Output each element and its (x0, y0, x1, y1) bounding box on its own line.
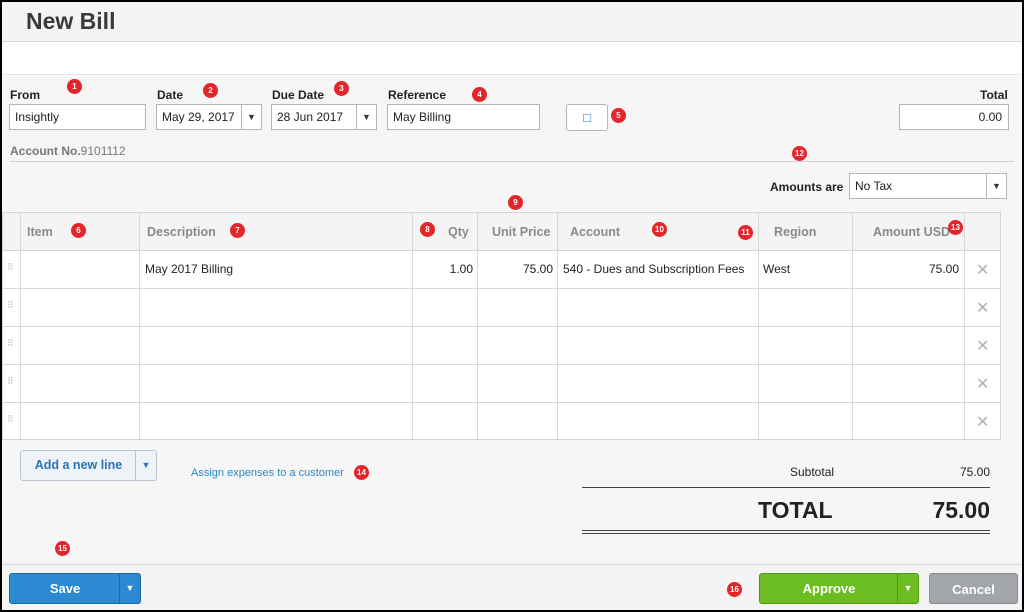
marker-4: 4 (472, 87, 487, 102)
form-divider (10, 161, 1014, 162)
copy-document-button[interactable]: □ (566, 104, 608, 131)
drag-handle-icon[interactable]: ⠿ (7, 301, 14, 313)
date-value: May 29, 2017 (162, 110, 235, 124)
account-number-label: Account No. (10, 144, 81, 158)
grand-total-value: 75.00 (932, 497, 990, 523)
marker-7: 7 (230, 223, 245, 238)
sub-toolbar (2, 42, 1022, 75)
marker-3: 3 (334, 81, 349, 96)
subtotal-value: 75.00 (959, 465, 990, 479)
col-unit-price: Unit Price (492, 225, 551, 239)
drag-handle-icon[interactable]: ⠿ (7, 415, 14, 427)
marker-9: 9 (508, 195, 523, 210)
marker-12: 12 (792, 146, 807, 161)
marker-8: 8 (420, 222, 435, 237)
chevron-down-icon[interactable]: ▼ (135, 451, 156, 480)
marker-15: 15 (55, 541, 70, 556)
totals-rule (582, 487, 990, 488)
account-cell[interactable]: 540 - Dues and Subscription Fees (563, 262, 744, 276)
drag-handle-icon[interactable]: ⠿ (7, 377, 14, 389)
amounts-are-value: No Tax (855, 179, 893, 193)
marker-11: 11 (738, 225, 753, 240)
chevron-down-icon[interactable]: ▼ (119, 574, 140, 603)
assign-customer-link[interactable]: Assign expenses to a customer (191, 467, 344, 479)
drag-handle-icon[interactable]: ⠿ (7, 263, 14, 275)
marker-16: 16 (727, 582, 742, 597)
region-cell[interactable]: West (763, 262, 790, 276)
remove-row-icon[interactable]: ✕ (976, 260, 989, 280)
page-title: New Bill (26, 8, 116, 34)
marker-10: 10 (652, 222, 667, 237)
due-date-dropdown-icon[interactable]: ▼ (356, 105, 376, 129)
unit-price-cell[interactable]: 75.00 (481, 262, 553, 276)
due-date-label: Due Date (272, 88, 325, 102)
remove-row-icon[interactable]: ✕ (976, 298, 989, 318)
remove-row-icon[interactable]: ✕ (976, 374, 989, 394)
marker-5: 5 (611, 108, 626, 123)
drag-handle-icon[interactable]: ⠿ (7, 339, 14, 351)
grand-total-label: TOTAL (758, 497, 833, 523)
due-date-value: 28 Jun 2017 (277, 110, 344, 124)
marker-2: 2 (203, 83, 218, 98)
date-field[interactable]: May 29, 2017 ▼ (156, 104, 262, 130)
table-row[interactable]: ⠿ ✕ (3, 327, 1000, 365)
col-region: Region (774, 225, 817, 239)
amounts-are-label: Amounts are (770, 180, 844, 194)
remove-row-icon[interactable]: ✕ (976, 336, 989, 356)
due-date-field[interactable]: 28 Jun 2017 ▼ (271, 104, 377, 130)
total-label: Total (980, 88, 1008, 102)
col-amount: Amount USD (873, 225, 951, 239)
col-item: Item (27, 225, 53, 239)
reference-field[interactable]: May Billing (387, 104, 540, 130)
from-field[interactable]: Insightly (9, 104, 146, 130)
col-account: Account (570, 225, 620, 239)
save-button-label[interactable]: Save (10, 574, 120, 603)
amount-cell[interactable]: 75.00 (856, 262, 959, 276)
marker-1: 1 (67, 79, 82, 94)
marker-14: 14 (354, 465, 369, 480)
from-label: From (10, 88, 40, 102)
subtotal-label: Subtotal (790, 465, 835, 479)
marker-13: 13 (948, 220, 963, 235)
chevron-down-icon[interactable]: ▼ (897, 574, 918, 603)
cancel-button[interactable]: Cancel (929, 573, 1018, 604)
remove-row-icon[interactable]: ✕ (976, 412, 989, 432)
totals-double-rule (582, 533, 990, 534)
page-header: New Bill (2, 2, 1022, 42)
account-number-value: 9101112 (80, 144, 126, 158)
marker-6: 6 (71, 223, 86, 238)
total-field[interactable]: 0.00 (899, 104, 1009, 130)
reference-label: Reference (388, 88, 447, 102)
date-dropdown-icon[interactable]: ▼ (241, 105, 261, 129)
document-icon: □ (583, 110, 591, 125)
table-row[interactable]: ⠿ ✕ (3, 403, 1000, 441)
table-row[interactable]: ⠿ ✕ (3, 365, 1000, 403)
table-header: Item Description Qty Unit Price Account … (3, 213, 1000, 251)
date-label: Date (157, 88, 184, 102)
description-cell[interactable]: May 2017 Billing (145, 262, 233, 276)
col-qty: Qty (448, 225, 469, 239)
amounts-are-select[interactable]: No Tax ▼ (849, 173, 1007, 199)
save-button[interactable]: Save ▼ (9, 573, 141, 604)
amounts-are-dropdown-icon[interactable]: ▼ (986, 174, 1006, 198)
qty-cell[interactable]: 1.00 (417, 262, 473, 276)
table-row[interactable]: ⠿ May 2017 Billing 1.00 75.00 540 - Dues… (3, 251, 1000, 289)
add-line-label[interactable]: Add a new line (21, 451, 136, 480)
add-line-button[interactable]: Add a new line ▼ (20, 450, 157, 481)
approve-button-label[interactable]: Approve (760, 574, 898, 603)
line-items-table: Item Description Qty Unit Price Account … (2, 212, 1001, 440)
approve-button[interactable]: Approve ▼ (759, 573, 919, 604)
col-description: Description (147, 225, 216, 239)
totals-double-rule (582, 530, 990, 531)
table-row[interactable]: ⠿ ✕ (3, 289, 1000, 327)
account-number: Account No.9101112 (10, 144, 126, 158)
